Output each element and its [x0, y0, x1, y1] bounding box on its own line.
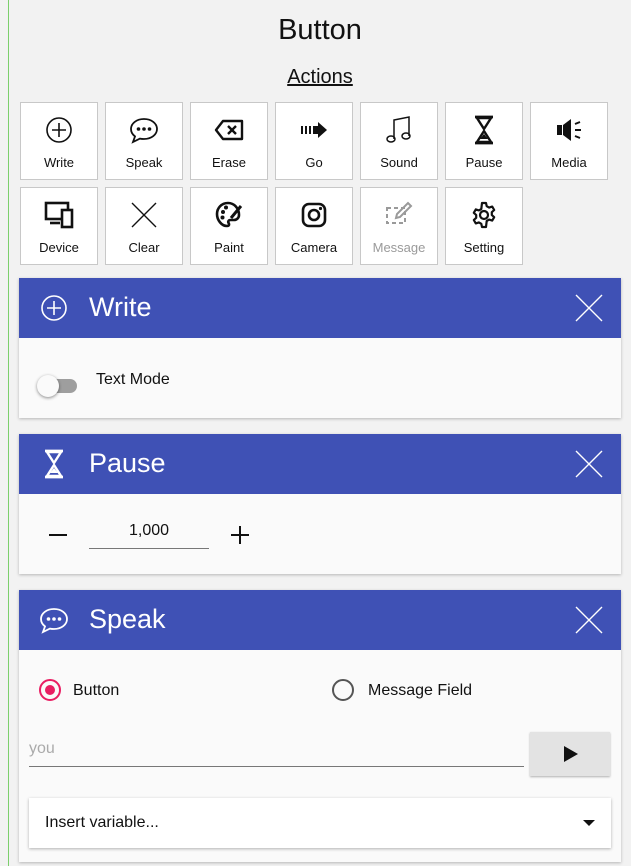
action-label: Device: [39, 240, 79, 255]
card-title: Pause: [89, 448, 166, 478]
action-label: Setting: [463, 240, 505, 255]
action-label: Erase: [212, 155, 246, 170]
radio-message-field-option[interactable]: [332, 679, 354, 701]
arrow-right-icon: [276, 113, 352, 147]
pause-card: Pause 1,000: [19, 434, 621, 574]
action-label: Pause: [465, 155, 503, 170]
caret-down-icon: [583, 820, 595, 826]
close-icon[interactable]: [573, 292, 605, 324]
close-icon[interactable]: [573, 604, 605, 636]
action-label: Go: [305, 155, 323, 170]
plus-circle-icon: [37, 291, 71, 325]
action-device-button[interactable]: Device: [20, 187, 98, 265]
radio-label-message-field: Message Field: [368, 682, 473, 699]
action-label: Sound: [380, 155, 418, 170]
card-title: Write: [89, 292, 152, 322]
action-camera-button[interactable]: Camera: [275, 187, 353, 265]
action-label: Media: [551, 155, 587, 170]
action-label: Write: [43, 155, 75, 170]
speech-text-input[interactable]: [29, 732, 524, 767]
action-erase-button[interactable]: Erase: [190, 102, 268, 180]
camera-icon: [276, 198, 352, 232]
actions-label: Actions: [287, 66, 353, 88]
action-write-button[interactable]: Write: [20, 102, 98, 180]
speech-bubble-icon: [37, 603, 71, 637]
action-setting-button[interactable]: Setting: [445, 187, 523, 265]
play-icon: [564, 746, 578, 762]
left-edge-line: [8, 0, 9, 866]
speak-card: Speak Button Message Field Insert variab…: [19, 590, 621, 862]
action-message-button: Message: [360, 187, 438, 265]
action-label: Message: [372, 240, 426, 255]
backspace-icon: [191, 113, 267, 147]
plus-circle-icon: [21, 113, 97, 147]
duration-input[interactable]: 1,000: [89, 522, 209, 549]
hourglass-icon: [37, 447, 71, 481]
select-value: Insert variable...: [45, 814, 159, 831]
page-title: Button: [278, 14, 362, 46]
action-go-button[interactable]: Go: [275, 102, 353, 180]
increment-button[interactable]: [225, 520, 255, 550]
write-card-header: Write: [19, 278, 621, 338]
toggle-thumb: [37, 375, 59, 397]
play-button[interactable]: [530, 732, 610, 776]
card-title: Speak: [89, 604, 166, 634]
action-label: Speak: [125, 155, 163, 170]
x-icon: [106, 198, 182, 232]
speak-card-header: Speak: [19, 590, 621, 650]
close-icon[interactable]: [573, 448, 605, 480]
action-clear-button[interactable]: Clear: [105, 187, 183, 265]
pause-card-header: Pause: [19, 434, 621, 494]
action-label: Clear: [128, 240, 160, 255]
speaker-icon: [531, 113, 607, 147]
decrement-button[interactable]: [43, 520, 73, 550]
insert-variable-select[interactable]: Insert variable...: [29, 798, 611, 848]
hourglass-icon: [446, 113, 522, 147]
palette-icon: [191, 198, 267, 232]
toggle-label: Text Mode: [96, 371, 170, 388]
radio-button-option[interactable]: [39, 679, 61, 701]
action-label: Camera: [290, 240, 338, 255]
gear-icon: [446, 198, 522, 232]
action-pause-button[interactable]: Pause: [445, 102, 523, 180]
devices-icon: [21, 198, 97, 232]
action-media-button[interactable]: Media: [530, 102, 608, 180]
action-paint-button[interactable]: Paint: [190, 187, 268, 265]
action-label: Paint: [214, 240, 244, 255]
action-sound-button[interactable]: Sound: [360, 102, 438, 180]
speech-bubble-icon: [106, 113, 182, 147]
action-speak-button[interactable]: Speak: [105, 102, 183, 180]
text-mode-toggle[interactable]: [37, 374, 79, 397]
write-card: Write Text Mode: [19, 278, 621, 418]
music-note-icon: [361, 113, 437, 147]
radio-label-button: Button: [73, 682, 120, 699]
edit-message-icon: [361, 198, 437, 232]
